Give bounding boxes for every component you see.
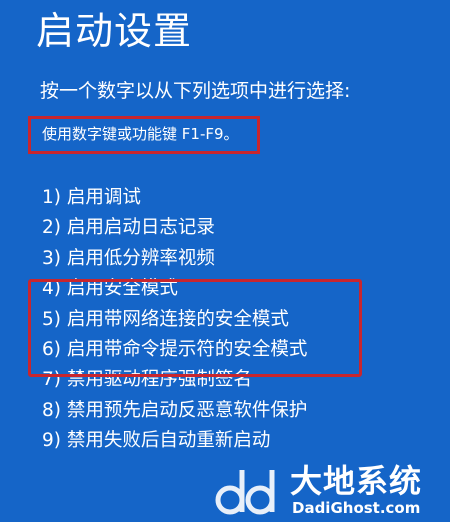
page-title: 启动设置 [36,9,193,53]
option-disable-early-antimalware[interactable]: 8) 禁用预先启动反恶意软件保护 [42,396,307,426]
watermark-site: DadiGhost.com [292,499,421,517]
option-debugging[interactable]: 1) 启用调试 [42,183,307,213]
option-boot-logging[interactable]: 2) 启用启动日志记录 [42,213,307,243]
instruction-text: 按一个数字以从下列选项中进行选择: [40,80,351,102]
watermark: 大地系统 DadiGhost.com [214,458,450,522]
dd-logo-icon [215,470,275,515]
safe-mode-highlight-box [28,279,362,377]
watermark-name: 大地系统 [290,462,423,500]
option-low-resolution-video[interactable]: 3) 启用低分辨率视频 [42,244,307,274]
option-disable-auto-restart[interactable]: 9) 禁用失败后自动重新启动 [42,426,307,456]
hint-text: 使用数字键或功能键 F1-F9。 [42,125,239,143]
